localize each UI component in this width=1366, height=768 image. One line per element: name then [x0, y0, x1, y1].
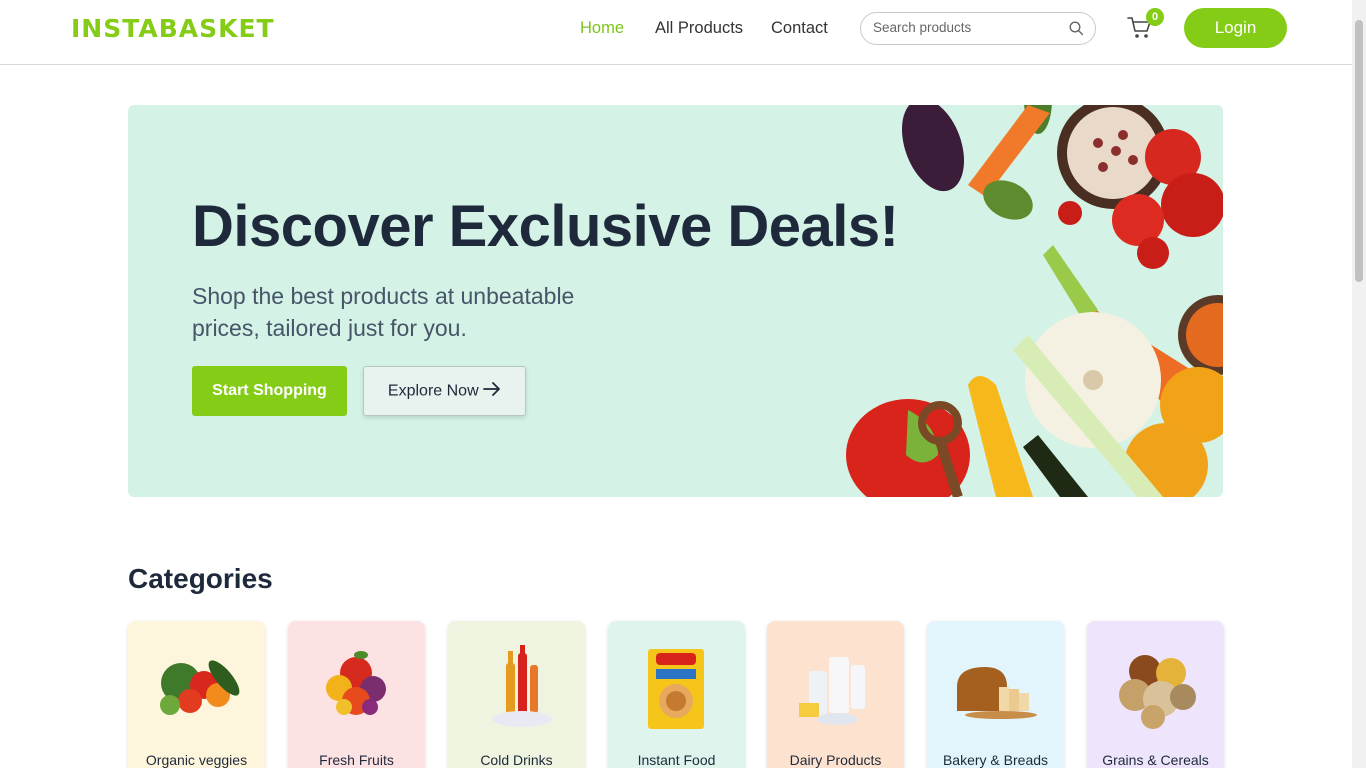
vegetables-image — [828, 105, 1223, 497]
category-card-cold-drinks[interactable]: Cold Drinks — [448, 621, 585, 768]
category-label: Grains & Cereals — [1102, 752, 1209, 768]
search-icon[interactable] — [1069, 21, 1084, 41]
category-label: Fresh Fruits — [319, 752, 394, 768]
category-card-organic-veggies[interactable]: Organic veggies — [128, 621, 265, 768]
search-input[interactable] — [873, 20, 1063, 35]
logo[interactable]: INSTABASKET — [71, 14, 275, 43]
category-card-instant-food[interactable]: Instant Food — [608, 621, 745, 768]
category-label: Instant Food — [637, 752, 716, 768]
hero-banner: Discover Exclusive Deals! Shop the best … — [128, 105, 1223, 497]
category-card-fresh-fruits[interactable]: Fresh Fruits — [288, 621, 425, 768]
hero-title: Discover Exclusive Deals! — [192, 194, 899, 259]
hero-subtitle: Shop the best products at unbeatable pri… — [192, 283, 575, 341]
cart-count-badge: 0 — [1146, 8, 1164, 26]
categories-title: Categories — [128, 563, 273, 594]
scrollbar-thumb[interactable] — [1355, 20, 1363, 282]
category-card-dairy-products[interactable]: Dairy Products — [767, 621, 904, 768]
category-label: Organic veggies — [145, 752, 248, 768]
category-label: Bakery & Breads — [942, 752, 1049, 768]
category-label: Cold Drinks — [480, 752, 553, 768]
login-button[interactable]: Login — [1184, 8, 1287, 48]
search-box — [860, 12, 1096, 45]
site-header: INSTABASKET Home All Products Contact 0 … — [0, 0, 1352, 65]
start-shopping-button[interactable]: Start Shopping — [192, 366, 347, 416]
page: INSTABASKET Home All Products Contact 0 … — [0, 0, 1366, 768]
explore-now-label: Explore Now — [387, 382, 479, 399]
category-card-grains-cereals[interactable]: Grains & Cereals — [1087, 621, 1224, 768]
category-card-bakery-breads[interactable]: Bakery & Breads — [927, 621, 1064, 768]
nav-link-all-products[interactable]: All Products — [655, 19, 743, 38]
arrow-right-icon — [483, 381, 501, 400]
nav-link-contact[interactable]: Contact — [771, 19, 828, 38]
explore-now-button[interactable]: Explore Now — [363, 366, 526, 416]
nav-link-home[interactable]: Home — [580, 19, 624, 38]
page-scrollbar[interactable] — [1352, 0, 1366, 768]
category-label: Dairy Products — [789, 752, 882, 768]
